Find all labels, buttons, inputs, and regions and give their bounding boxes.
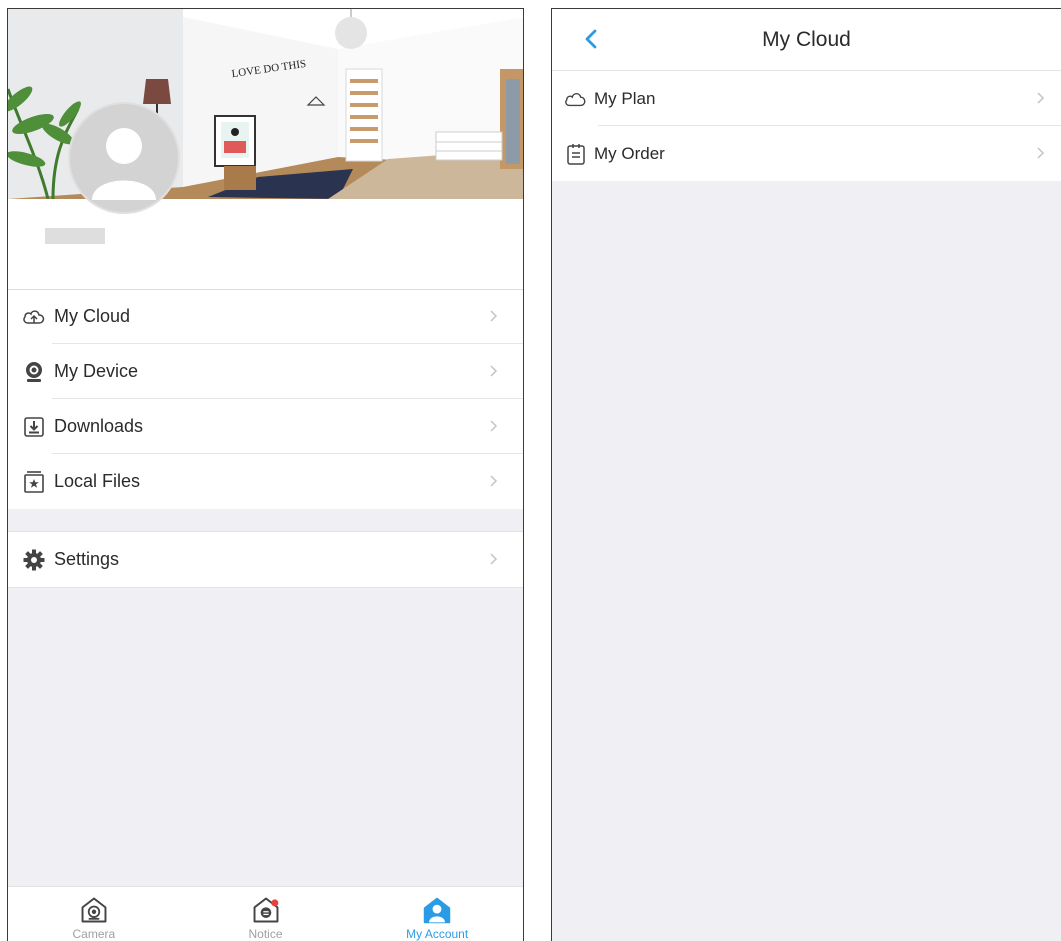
- profile-info: [8, 199, 523, 289]
- account-menu-group: My Cloud My Device Downloads Local Files: [8, 289, 523, 509]
- menu-item-label: My Device: [54, 361, 139, 381]
- menu-item-label: Local Files: [54, 471, 141, 491]
- chevron-right-icon: [490, 310, 498, 322]
- navigation-bar: My Cloud: [552, 9, 1061, 71]
- menu-item-downloads[interactable]: Downloads: [8, 399, 523, 454]
- menu-item-my-cloud[interactable]: My Cloud: [8, 289, 523, 344]
- tab-label: Notice: [248, 927, 283, 941]
- menu-item-local-files[interactable]: Local Files: [8, 454, 523, 509]
- my-cloud-screen: My Cloud My Plan My Order: [551, 8, 1061, 941]
- notice-home-icon: [253, 897, 278, 923]
- chevron-right-icon: [490, 475, 498, 487]
- settings-menu-group: Settings: [8, 531, 523, 588]
- menu-item-label: My Plan: [594, 88, 656, 108]
- tab-label: Camera: [72, 927, 116, 941]
- chevron-right-icon: [490, 553, 498, 565]
- star-folder-icon: [22, 470, 46, 494]
- my-account-screen: LOVE DO THIS My Cloud My Device Download…: [7, 8, 524, 941]
- cloud-menu-group: My Plan My Order: [552, 71, 1061, 181]
- menu-item-label: My Order: [594, 143, 665, 163]
- menu-item-label: My Cloud: [54, 306, 131, 326]
- menu-item-label: Settings: [54, 549, 120, 569]
- cloud-upload-icon: [22, 305, 46, 329]
- chevron-right-icon: [1037, 92, 1045, 104]
- menu-item-label: Downloads: [54, 416, 144, 436]
- cloud-icon: [564, 87, 588, 111]
- chevron-right-icon: [490, 365, 498, 377]
- menu-item-my-order[interactable]: My Order: [552, 126, 1061, 181]
- webcam-icon: [22, 360, 46, 384]
- tab-camera[interactable]: Camera: [8, 887, 180, 941]
- username-placeholder: [45, 228, 105, 244]
- download-icon: [22, 415, 46, 439]
- menu-item-settings[interactable]: Settings: [8, 532, 523, 587]
- chevron-right-icon: [490, 420, 498, 432]
- tab-notice[interactable]: Notice: [180, 887, 352, 941]
- account-home-icon: [423, 897, 451, 924]
- tab-label: My Account: [406, 927, 469, 941]
- avatar[interactable]: [68, 102, 180, 214]
- menu-item-my-plan[interactable]: My Plan: [552, 71, 1061, 126]
- menu-item-my-device[interactable]: My Device: [8, 344, 523, 399]
- page-title: My Cloud: [762, 28, 851, 51]
- camera-home-icon: [81, 897, 107, 923]
- tab-my-account[interactable]: My Account: [351, 887, 523, 941]
- clipboard-icon: [564, 142, 588, 166]
- chevron-right-icon: [1037, 147, 1045, 159]
- gear-icon: [22, 548, 46, 572]
- bottom-tab-bar: Camera Notice My Account: [8, 886, 523, 941]
